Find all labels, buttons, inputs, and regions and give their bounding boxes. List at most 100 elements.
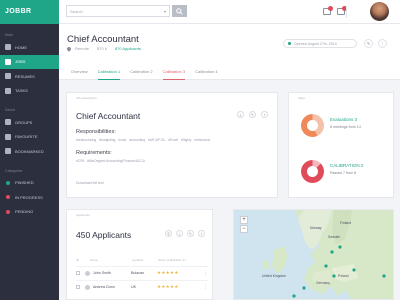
applicant-name: John Smith: [93, 271, 111, 275]
divider: [346, 6, 347, 18]
requirements-tags: #CPA #MinDegree:Accounting/Finance/ACCA: [76, 159, 146, 163]
mail-icon[interactable]: [337, 6, 347, 15]
column-header: Name: [90, 258, 99, 262]
column-header: Location: [132, 258, 144, 262]
tab-calibration-3[interactable]: Calibration 3: [162, 68, 186, 80]
map-label: United Kingdom: [262, 274, 287, 278]
map-label: Poland: [338, 274, 349, 278]
category-pending[interactable]: PENDING: [0, 205, 59, 220]
sidebar-item-groups[interactable]: GROUPS: [0, 115, 59, 130]
applicants-map[interactable]: + − Norway Finland Sweden United Kingdom…: [233, 209, 394, 300]
sidebar-item-tasks[interactable]: TASKS: [0, 84, 59, 99]
user-avatar[interactable]: [370, 2, 389, 21]
requirements-heading: Requirements:: [76, 150, 112, 156]
heart-icon: [5, 133, 11, 140]
pencil-icon: ✎: [251, 112, 254, 117]
sidebar-item-home[interactable]: HOME: [0, 40, 59, 55]
card-label: Stats: [298, 96, 305, 100]
bookmark-icon: [5, 148, 11, 155]
calibration-subtitle: Passed 7 from 8: [330, 171, 357, 175]
zoom-in-button[interactable]: +: [240, 216, 248, 224]
top-bar: Search ▾: [59, 0, 400, 24]
sidebar-item-jobs[interactable]: JOBS: [0, 54, 59, 69]
star-rating: ★★★★★: [157, 270, 179, 275]
chevron-down-icon[interactable]: ▾: [164, 9, 166, 14]
search-input[interactable]: Search ▾: [66, 5, 170, 17]
sidebar: JOBBR Main HOME JOBS RESUMES TASKS Saved…: [0, 0, 59, 300]
notification-badge: [328, 6, 333, 11]
app-logo[interactable]: JOBBR: [0, 0, 59, 24]
edit-button[interactable]: ✎: [364, 39, 373, 48]
row-checkbox[interactable]: [76, 285, 80, 289]
table-row[interactable]: Andrew Dunn UK ★★★★★ ⋮: [76, 280, 208, 293]
download-icon: ⤓: [178, 231, 181, 236]
europe-map: [262, 210, 393, 299]
more-icon: ⋮: [380, 41, 385, 46]
tab-bar: Overview Calibration 1 Calibration 2 Cal…: [71, 68, 228, 80]
download-icon: ⤓: [239, 112, 242, 117]
groups-icon: [5, 119, 11, 126]
pencil-icon: ✎: [189, 231, 192, 236]
calibration-title: CALIBRATION 2: [330, 163, 364, 168]
home-icon: [5, 44, 11, 51]
messages-icon[interactable]: [323, 6, 333, 15]
search-button[interactable]: [172, 5, 187, 17]
sidebar-item-resumes[interactable]: RESUMES: [0, 69, 59, 84]
status-dot-icon: [6, 209, 10, 214]
tab-overview[interactable]: Overview: [71, 68, 88, 80]
applicants-title: 450 Applicants: [76, 230, 132, 240]
search-icon: [176, 7, 183, 15]
more-button[interactable]: ⋮: [378, 39, 387, 48]
zoom-out-button[interactable]: −: [240, 225, 248, 233]
applicants-card: Applicants 450 Applicants ⚲ ⤓ ✎ ▪ ID Nam…: [66, 209, 213, 300]
table-row[interactable]: John Smith Bulacan ★★★★★ ⋮: [76, 266, 208, 279]
tab-calibration-2[interactable]: Calibration 2: [130, 68, 152, 80]
sidebar-section-saved: Saved: [5, 108, 16, 112]
job-meta: Remote $70 k 870 Applicants: [66, 45, 149, 52]
applicant-location: UK: [131, 285, 136, 289]
job-description-card: Job Description Chief Accountant ⤓ ✎ ▪ R…: [66, 92, 278, 198]
edit-button[interactable]: ✎: [187, 230, 194, 237]
category-finished[interactable]: FINISHED: [0, 176, 59, 191]
tab-calibration-1[interactable]: Calibration 1: [97, 68, 121, 80]
download-full-text-link[interactable]: Download full text: [76, 181, 104, 185]
location-pin-icon: [66, 45, 72, 52]
row-checkbox[interactable]: [76, 271, 80, 275]
sidebar-section-categories: Categories: [5, 168, 23, 173]
applicants-link[interactable]: 870 Applicants: [115, 46, 141, 51]
trash-icon: ▪: [200, 231, 203, 236]
pencil-icon: ✎: [366, 41, 371, 46]
responsibilities-heading: Responsibilities:: [76, 129, 116, 135]
briefcase-icon: [5, 58, 11, 65]
evaluation-donut-chart: [301, 114, 324, 137]
download-button[interactable]: ⤓: [237, 111, 244, 118]
job-location: Remote: [75, 46, 90, 51]
sidebar-item-bookmarked[interactable]: BOOKMARKED: [0, 144, 59, 159]
delete-button[interactable]: ▪: [198, 230, 205, 237]
column-header: Score (Calibration 1): [158, 258, 186, 262]
job-salary: $70 k: [97, 46, 107, 51]
calibration-donut-chart: [301, 160, 324, 183]
more-icon[interactable]: ⋮: [203, 284, 208, 290]
search-button[interactable]: ⚲: [165, 230, 172, 237]
card-label: Job Description: [76, 96, 97, 100]
edit-button[interactable]: ✎: [249, 111, 256, 118]
page-title: Chief Accountant: [67, 34, 139, 45]
category-in-progress[interactable]: IN PROGRESS: [0, 190, 59, 205]
star-rating: ★★★★★: [157, 284, 179, 289]
evaluation-title: Evaluations 3: [330, 117, 358, 122]
status-dot-icon: [6, 180, 10, 185]
map-label: Norway: [310, 226, 322, 230]
map-label: Germany: [316, 281, 330, 285]
status-dot-icon: [288, 42, 291, 45]
download-button[interactable]: ⤓: [176, 230, 183, 237]
map-label: Sweden: [328, 235, 341, 239]
tab-calibration-4[interactable]: Calibration 4: [195, 68, 217, 80]
document-icon: [5, 73, 11, 80]
delete-button[interactable]: ▪: [261, 111, 268, 118]
column-header: ID: [76, 258, 79, 262]
more-icon[interactable]: ⋮: [203, 270, 208, 276]
applicant-location: Bulacan: [131, 271, 144, 275]
sidebar-item-favourite[interactable]: FAVOURITE: [0, 130, 59, 145]
job-title: Chief Accountant: [76, 111, 141, 121]
